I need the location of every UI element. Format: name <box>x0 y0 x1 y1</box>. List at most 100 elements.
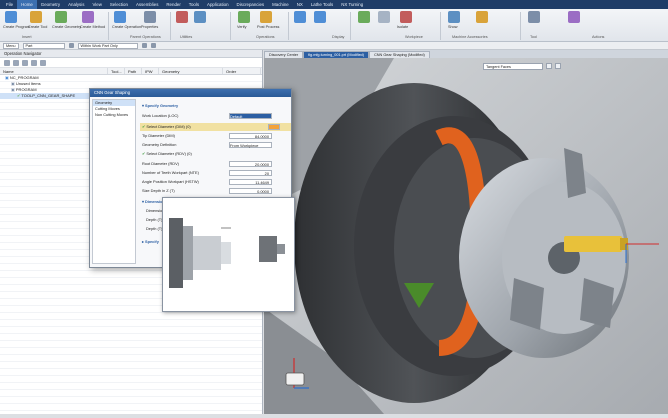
show-icon[interactable] <box>448 11 460 23</box>
navigator-toolbar <box>0 58 262 68</box>
size-depth-field[interactable]: 0.0000 <box>229 188 272 194</box>
sync-icon[interactable] <box>528 11 540 23</box>
menu-item[interactable]: Assemblies <box>132 0 162 9</box>
filter-icon[interactable] <box>68 43 74 48</box>
generate-tool-path-icon[interactable] <box>294 11 306 23</box>
create-program-icon[interactable] <box>5 11 17 23</box>
menu-item[interactable]: NX <box>293 0 307 9</box>
depth-row[interactable]: Depth (T) <box>146 217 162 223</box>
ribbon-group-label: Actions <box>592 35 605 39</box>
create-geometry-icon[interactable] <box>55 11 67 23</box>
view-cube[interactable] <box>285 372 305 386</box>
face-rule-options-icon[interactable] <box>546 63 552 69</box>
column-header[interactable]: Order <box>223 68 261 74</box>
menu-item[interactable]: Home <box>17 0 37 9</box>
menu-item[interactable]: Geometry <box>37 0 64 9</box>
column-header[interactable]: Tool... <box>108 68 125 74</box>
simulate-icon[interactable] <box>358 11 370 23</box>
preview-gear-part <box>221 242 231 264</box>
properties-icon[interactable] <box>144 11 156 23</box>
ribbon-group-label: Workpiece <box>405 35 423 39</box>
ribbon-label: Create Geometry <box>52 25 82 29</box>
dialog-title: CNN Gear Shaping <box>90 89 291 97</box>
ribbon-separator <box>170 12 171 40</box>
tree-row-label: Unused Items <box>15 81 41 86</box>
menu-item[interactable]: Analysis <box>64 0 88 9</box>
scope-dropdown[interactable]: Within Work Part Only <box>77 42 138 49</box>
menu-item[interactable]: File <box>2 0 17 9</box>
size-depth-label: Size Depth in Z (T) <box>142 188 175 193</box>
geometry-view-icon[interactable] <box>22 59 28 66</box>
ribbon-label: Show <box>448 25 458 29</box>
type-filter-dropdown[interactable]: Part <box>22 42 65 49</box>
face-rule-dropdown[interactable]: Tangent Faces <box>483 63 543 70</box>
machine-view-icon[interactable] <box>13 59 19 66</box>
create-tool-icon[interactable] <box>30 11 42 23</box>
work-location-dropdown[interactable]: Default <box>229 113 272 119</box>
tip-diameter-label: Tip Diameter (DIM) <box>142 133 175 138</box>
teeth-count-label: Number of Teeth Workpart (NTE) <box>142 170 199 175</box>
tip-diameter-field[interactable]: 84.0000 <box>229 133 272 139</box>
tab-part[interactable]: fig.mfg.turning_001.prt (Modified) <box>303 51 370 58</box>
snap-options-icon[interactable] <box>555 63 561 69</box>
menu-item[interactable]: View <box>88 0 105 9</box>
select-diameter-button[interactable] <box>268 124 280 130</box>
post-process-icon[interactable] <box>260 11 272 23</box>
root-diameter-field[interactable]: 20.0000 <box>229 161 272 167</box>
scroll-icon[interactable] <box>568 11 580 23</box>
isolate-icon[interactable] <box>400 11 412 23</box>
ribbon-separator <box>520 12 521 40</box>
select-diameter-row[interactable]: ✔ Select Diameter (DIM) (0) <box>142 124 191 130</box>
geometry-definition-dropdown[interactable]: From Workpiece <box>229 142 272 148</box>
snap-point-icon[interactable] <box>150 43 156 48</box>
menu-item[interactable]: Discrepancies <box>233 0 269 9</box>
section-specify-geometry[interactable]: ▾ Specify Geometry <box>142 103 178 109</box>
ribbon-label: Create Operation <box>112 25 142 29</box>
mfg-objects-icon[interactable] <box>194 11 206 23</box>
ribbon-group-label: Utilities <box>180 35 193 39</box>
menu-item[interactable]: Selection <box>106 0 132 9</box>
ribbon-group-label: Display <box>332 35 345 39</box>
menu-dropdown[interactable]: Menu <box>3 42 19 49</box>
column-header[interactable]: Path <box>125 68 142 74</box>
helix-angle-field[interactable]: 11.4649 <box>229 179 272 185</box>
create-operation-icon[interactable] <box>114 11 126 23</box>
gear-preview-image <box>169 218 285 288</box>
menu-item[interactable]: Render <box>162 0 184 9</box>
verify-icon[interactable] <box>238 11 250 23</box>
method-view-icon[interactable] <box>31 59 37 66</box>
menu-item[interactable]: Tools <box>185 0 203 9</box>
section-label: Specify <box>145 239 159 244</box>
program-view-icon[interactable] <box>4 59 10 66</box>
display-object-icon[interactable] <box>476 11 488 23</box>
menu-item[interactable]: Application <box>203 0 232 9</box>
ribbon-group-label: Operations <box>256 35 275 39</box>
ribbon-separator <box>288 12 289 40</box>
column-header[interactable]: IPW <box>142 68 159 74</box>
snap-icon[interactable] <box>141 43 147 48</box>
menu-item[interactable]: Machine <box>268 0 293 9</box>
ribbon-label: Properties <box>141 25 159 29</box>
teeth-count-field[interactable]: 20 <box>229 170 272 176</box>
tab-operation[interactable]: CNN Gear Shaping (Modified) <box>369 51 430 58</box>
column-header[interactable]: Name <box>0 68 108 74</box>
work-location-label: Work Location (LOC) <box>142 113 179 118</box>
document-tabs: Discovery Center fig.mfg.turning_001.prt… <box>264 50 668 58</box>
graphics-viewport[interactable] <box>264 58 668 414</box>
depth-row[interactable]: Depth (T) <box>146 226 162 232</box>
section-specify[interactable]: ▸ Specify <box>142 239 159 245</box>
menu-item[interactable]: Lathe Tools <box>307 0 337 9</box>
collapse-icon[interactable] <box>40 59 46 66</box>
cut-stock-icon[interactable] <box>378 11 390 23</box>
ribbon-label: Create Method <box>80 25 106 29</box>
shop-documentation-icon[interactable] <box>176 11 188 23</box>
select-diameter-2-row[interactable]: ✔ Select Diameter (RDV) (0) <box>142 151 192 157</box>
page-non-cutting-moves[interactable]: Non Cutting Moves <box>93 112 135 118</box>
menu-item[interactable]: NX Turning <box>337 0 367 9</box>
ribbon-label: Post Process <box>257 25 280 29</box>
create-method-icon[interactable] <box>82 11 94 23</box>
column-header[interactable]: Geometry <box>159 68 223 74</box>
tab-discovery-center[interactable]: Discovery Center <box>264 51 304 58</box>
preview-shaper-cutter <box>259 236 277 262</box>
display-tool-path-icon[interactable] <box>314 11 326 23</box>
